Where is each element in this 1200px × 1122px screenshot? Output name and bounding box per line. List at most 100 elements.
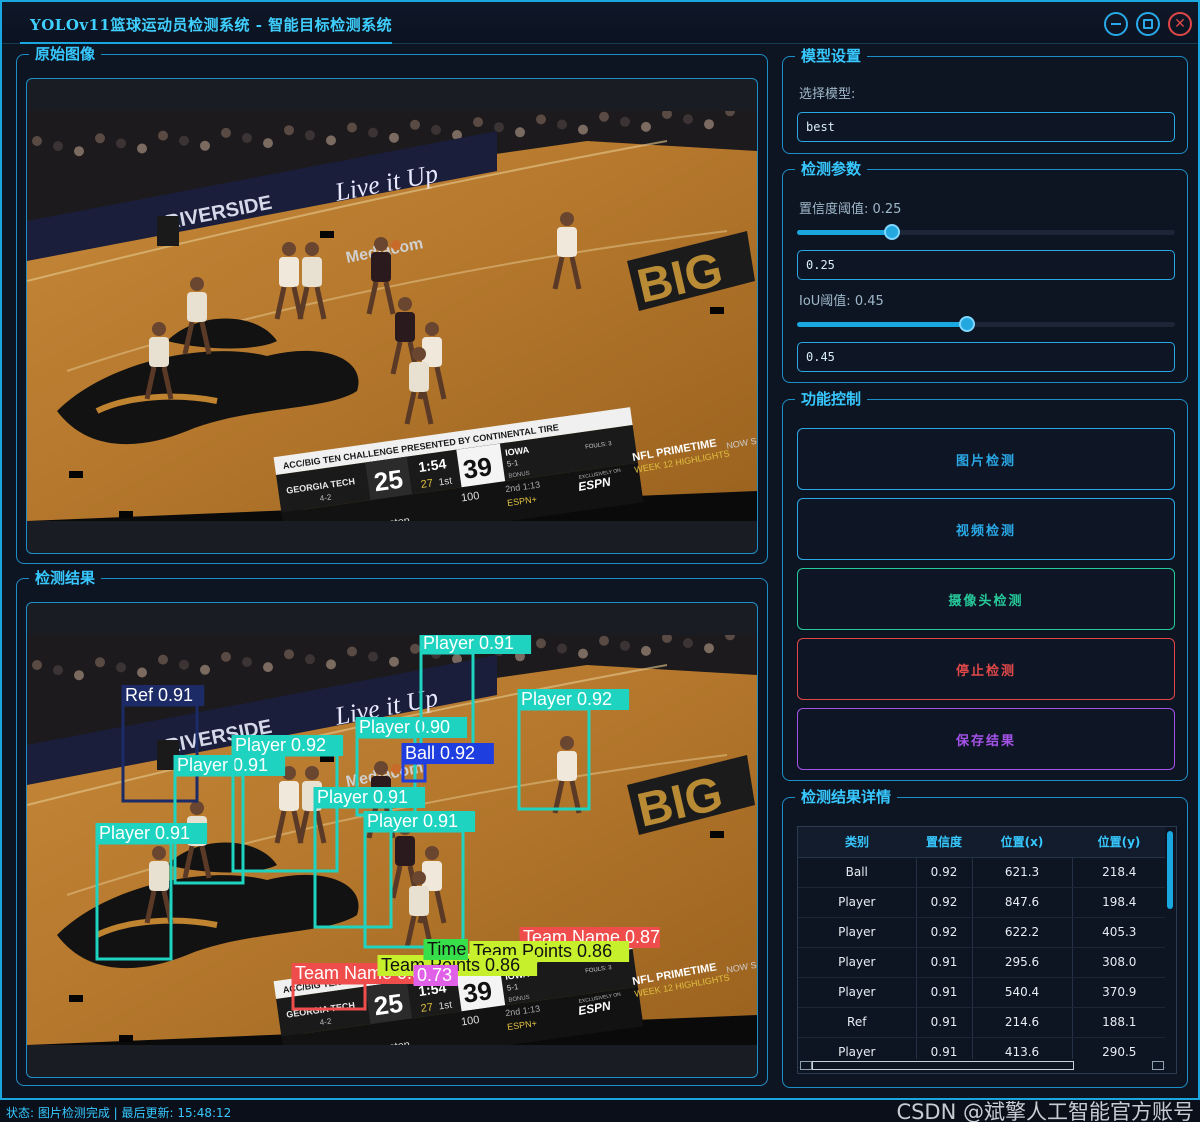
vertical-scrollbar[interactable] <box>1165 829 1175 1059</box>
close-button[interactable]: ✕ <box>1168 12 1192 36</box>
table-cell: Player <box>798 947 917 978</box>
away-record: 4-2 <box>319 1017 332 1028</box>
ticker-score: 100 <box>460 1014 480 1028</box>
table-row[interactable]: Ref 0.91 214.6 188.1 <box>798 1007 1166 1038</box>
detect-params-title: 检测参数 <box>795 160 868 178</box>
table-row[interactable]: Ball 0.92 621.3 218.4 <box>798 857 1166 888</box>
marker <box>710 831 724 838</box>
crowd-head <box>536 114 546 125</box>
result-image-group: 检测结果 RIVERSIDE Live it Up Mediacom BIG ACC/B… <box>16 569 768 1086</box>
video-detect-button[interactable]: 视频检测 <box>797 498 1175 560</box>
vertical-scrollbar-thumb[interactable] <box>1167 831 1173 909</box>
details-group: 检测结果详情 类别 置信度 位置(x) 位置(y) Ball 0.92 621.3 218.… <box>782 788 1188 1088</box>
crowd-head <box>578 124 588 135</box>
crowd-head <box>179 135 189 146</box>
detection-label: 0.73 <box>417 965 452 985</box>
minimize-button[interactable] <box>1104 12 1128 36</box>
crowd-head <box>326 659 336 670</box>
details-title: 检测结果详情 <box>795 788 898 806</box>
table-row[interactable]: Player 0.92 622.2 405.3 <box>798 917 1166 948</box>
confidence-slider[interactable] <box>797 224 1175 240</box>
referee-figure <box>157 216 179 246</box>
column-header[interactable]: 置信度 <box>916 827 972 858</box>
table-row[interactable]: Player 0.91 295.6 308.0 <box>798 947 1166 978</box>
iou-input[interactable]: 0.45 <box>797 342 1175 372</box>
crowd-head <box>305 130 315 141</box>
horizontal-scrollbar[interactable] <box>800 1059 1164 1071</box>
detection-label: Player 0.91 <box>423 635 514 653</box>
crowd-head <box>53 141 63 152</box>
camera-detect-button[interactable]: 摄像头检测 <box>797 568 1175 630</box>
game-half: 1st <box>438 476 453 489</box>
model-select[interactable]: best <box>797 112 1175 142</box>
model-settings-group: 模型设置 选择模型: best <box>782 47 1188 154</box>
table-cell: Player <box>798 917 917 948</box>
image-detect-button[interactable]: 图片检测 <box>797 428 1175 490</box>
results-table-container[interactable]: 类别 置信度 位置(x) 位置(y) Ball 0.92 621.3 218.4 Player… <box>797 826 1177 1074</box>
original-image-frame: RIVERSIDE Live it Up Mediacom BIG ACC/BIG TE… <box>26 78 758 554</box>
window-title: YOLOv11篮球运动员检测系统 - 智能目标检测系统 <box>30 16 393 34</box>
status-text: 状态: 图片检测完成 | 最后更新: 15:48:12 <box>6 1106 232 1120</box>
marker <box>320 231 334 238</box>
table-cell: 622.2 <box>972 917 1073 948</box>
stop-detect-button[interactable]: 停止检测 <box>797 638 1175 700</box>
detection-label: Player 0.90 <box>359 717 450 737</box>
home-score: 39 <box>461 975 494 1009</box>
detect-params-group: 检测参数 置信度阈值: 0.25 0.25 IoU阈值: 0.45 0.45 <box>782 160 1188 383</box>
table-cell: Player <box>798 887 917 918</box>
table-cell: 198.4 <box>1072 887 1166 918</box>
column-header[interactable]: 类别 <box>798 827 916 858</box>
result-image-title: 检测结果 <box>29 569 102 587</box>
iou-label: IoU阈值: 0.45 <box>799 294 884 309</box>
iou-slider[interactable] <box>797 316 1175 332</box>
table-row[interactable]: Player 0.92 847.6 198.4 <box>798 887 1166 918</box>
table-cell: 0.91 <box>916 977 973 1008</box>
column-header[interactable]: 位置(x) <box>972 827 1072 858</box>
crowd-head <box>347 122 357 133</box>
player-jersey <box>302 257 322 287</box>
crowd-head <box>536 638 546 649</box>
scroll-left-icon[interactable] <box>800 1061 812 1070</box>
confidence-label: 置信度阈值: 0.25 <box>799 202 902 217</box>
save-results-button[interactable]: 保存结果 <box>797 708 1175 770</box>
player-jersey <box>409 886 429 916</box>
confidence-slider-handle[interactable] <box>883 224 900 240</box>
player-head <box>398 297 412 311</box>
scroll-right-icon[interactable] <box>1152 1061 1164 1070</box>
basketball <box>391 764 401 774</box>
result-image: RIVERSIDELive it UpMediacomBIGACC/BIG TE… <box>27 635 757 1045</box>
crowd-head <box>32 660 42 670</box>
crowd-head <box>221 127 231 138</box>
table-cell: 405.3 <box>1072 917 1166 948</box>
player-head <box>152 322 166 336</box>
player-jersey <box>187 292 207 322</box>
marker <box>119 511 133 518</box>
crowd-head <box>494 122 504 133</box>
away-score: 25 <box>372 988 405 1022</box>
player-head <box>560 736 574 750</box>
player-jersey <box>371 252 391 282</box>
crowd-head <box>326 135 336 146</box>
confidence-slider-fill <box>797 230 892 235</box>
model-settings-title: 模型设置 <box>795 47 868 65</box>
column-header[interactable]: 位置(y) <box>1072 827 1166 858</box>
title-bar[interactable]: YOLOv11篮球运动员检测系统 - 智能目标检测系统 ✕ <box>2 2 1198 44</box>
iou-slider-handle[interactable] <box>959 316 976 332</box>
crowd-head <box>473 117 483 128</box>
crowd-head <box>74 670 84 681</box>
crowd-head <box>704 643 714 654</box>
confidence-input[interactable]: 0.25 <box>797 250 1175 280</box>
table-cell: 847.6 <box>972 887 1073 918</box>
horizontal-scrollbar-thumb[interactable] <box>812 1061 1074 1070</box>
crowd-head <box>137 143 147 154</box>
original-image-group: 原始图像 RIVERSIDE Live it Up Mediacom BIG ACC/B… <box>16 45 768 564</box>
table-cell: 0.92 <box>916 917 973 948</box>
shot-clock: 27 <box>420 477 434 491</box>
table-row[interactable]: Player 0.91 540.4 370.9 <box>798 977 1166 1008</box>
maximize-button[interactable] <box>1136 12 1160 36</box>
crowd-head <box>557 643 567 654</box>
table-cell: 295.6 <box>972 947 1073 978</box>
player-head <box>425 322 439 336</box>
controls-title: 功能控制 <box>795 390 868 408</box>
crowd-head <box>74 146 84 157</box>
